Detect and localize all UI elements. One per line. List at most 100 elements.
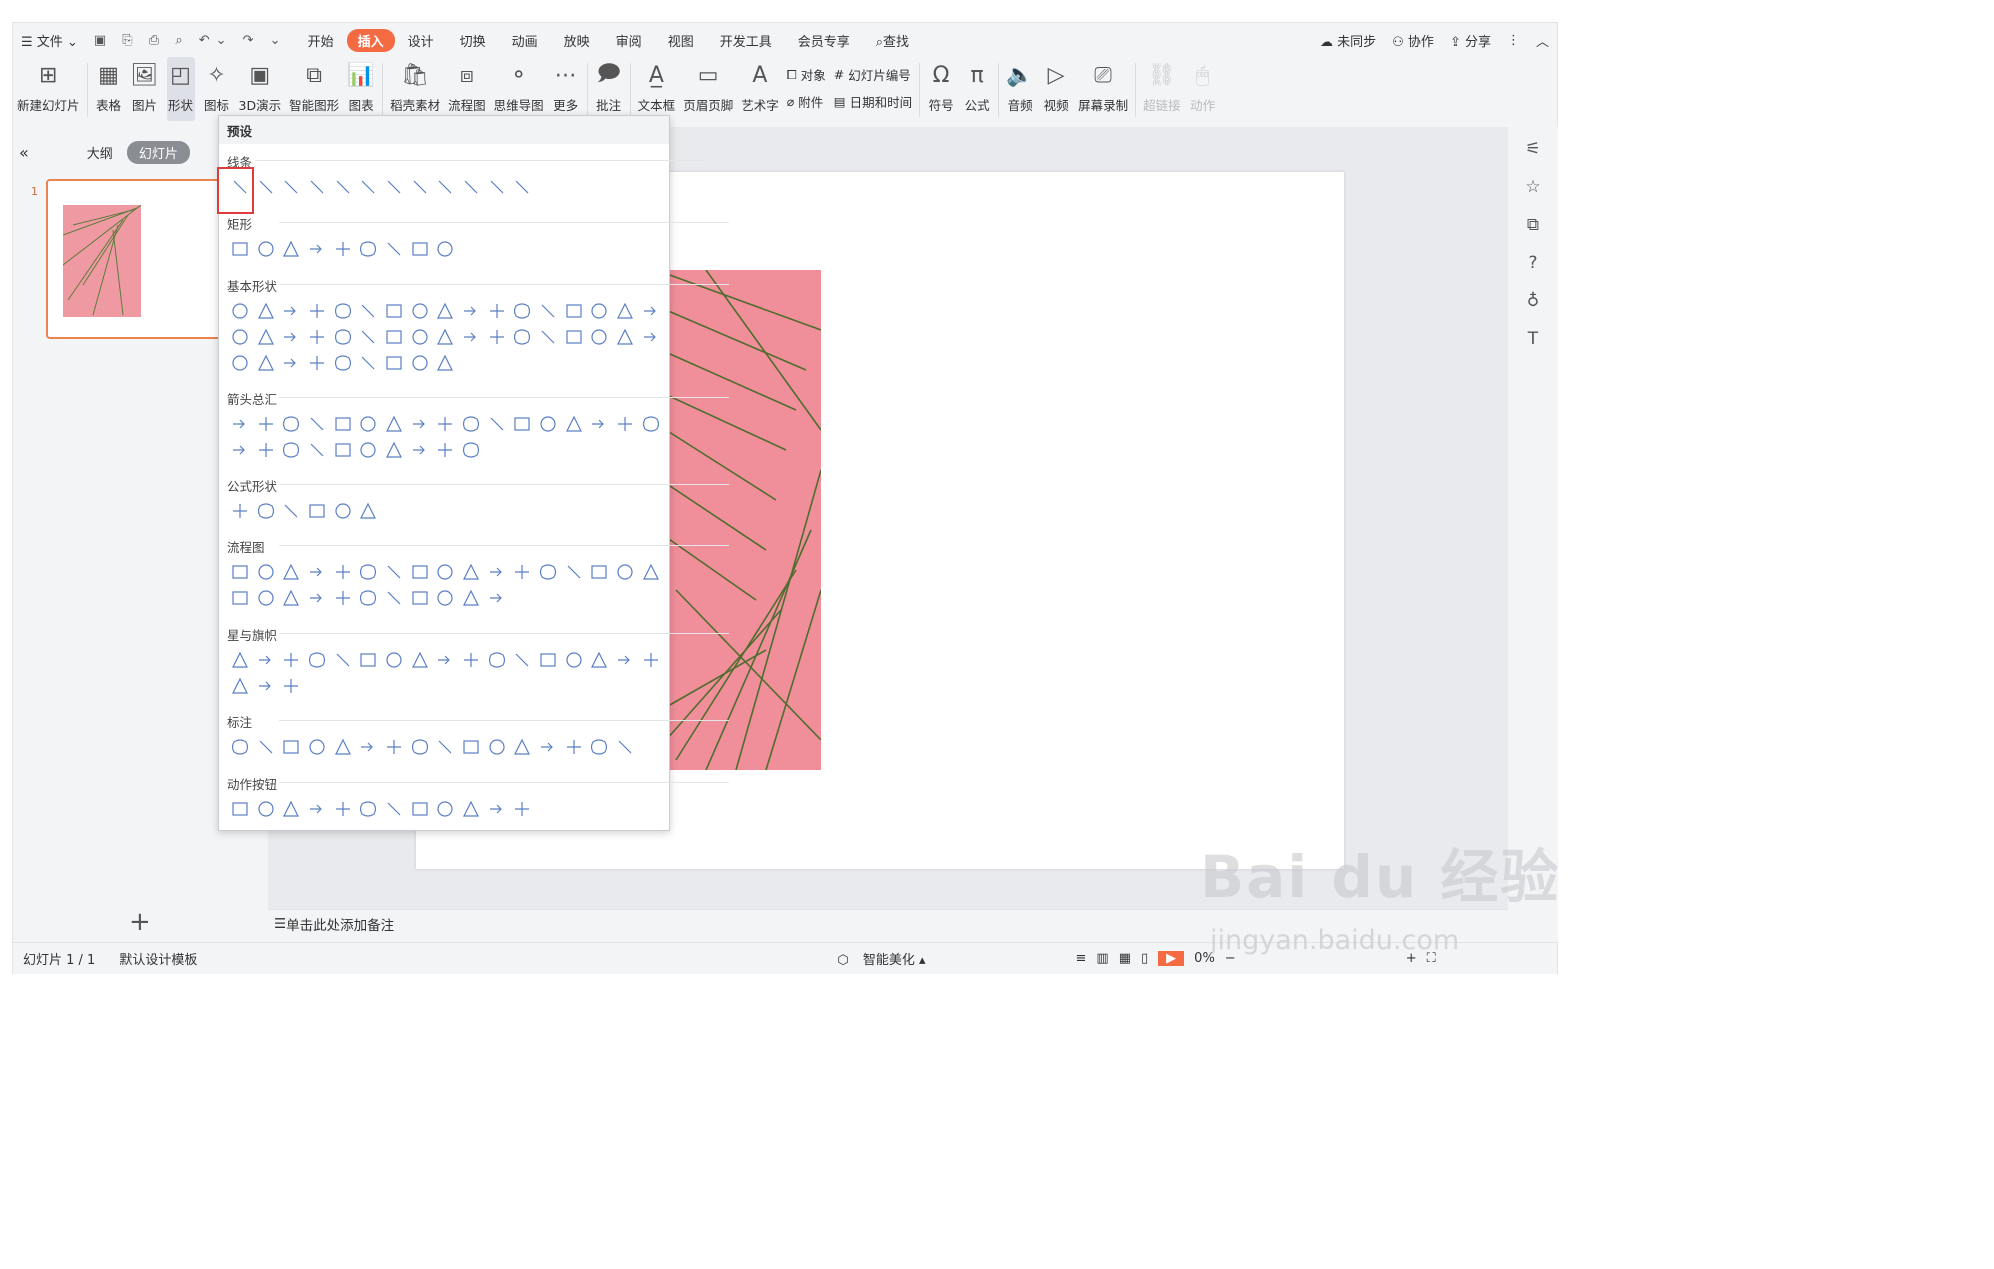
shape-option[interactable] [304, 324, 330, 350]
shape-option[interactable] [433, 796, 459, 822]
shape-option[interactable] [355, 647, 381, 673]
shape-option[interactable] [484, 647, 510, 673]
shape-option[interactable] [587, 411, 613, 437]
shape-option[interactable] [355, 350, 381, 376]
shape-option[interactable] [355, 796, 381, 822]
shape-option[interactable] [561, 298, 587, 324]
shape-option[interactable] [355, 734, 381, 760]
beautify-button[interactable]: ⬡ 智能美化 ▴ [837, 949, 925, 968]
tab-transition[interactable]: 切换 [447, 31, 499, 50]
help-icon[interactable]: ? [1528, 253, 1537, 273]
shape-option[interactable] [535, 647, 561, 673]
audio-button[interactable]: 🔈 音频 [1006, 57, 1034, 121]
shape-option[interactable] [253, 174, 279, 200]
textbox-button[interactable]: A̲ 文本框 [638, 57, 676, 121]
shape-option[interactable] [587, 324, 613, 350]
shape-option[interactable] [330, 559, 356, 585]
shape-option[interactable] [278, 498, 304, 524]
shape-option[interactable] [253, 559, 279, 585]
shape-option[interactable] [355, 236, 381, 262]
shape-option[interactable] [304, 236, 330, 262]
shape-option[interactable] [330, 437, 356, 463]
tab-animation[interactable]: 动画 [499, 31, 551, 50]
shape-option[interactable] [612, 559, 638, 585]
shape-option[interactable] [433, 174, 459, 200]
shape-option[interactable] [510, 324, 536, 350]
shape-option[interactable] [638, 324, 664, 350]
shape-option[interactable] [535, 298, 561, 324]
shape-option[interactable] [484, 174, 510, 200]
shape-option[interactable] [407, 559, 433, 585]
shape-option[interactable] [278, 236, 304, 262]
shape-option[interactable] [510, 298, 536, 324]
shape-option[interactable] [278, 734, 304, 760]
shape-option[interactable] [638, 559, 664, 585]
shape-option[interactable] [227, 585, 253, 611]
shape-option[interactable] [304, 796, 330, 822]
shape-option[interactable] [330, 411, 356, 437]
shape-option[interactable] [433, 647, 459, 673]
shape-option[interactable] [407, 796, 433, 822]
shape-option[interactable] [458, 734, 484, 760]
tab-review[interactable]: 审阅 [603, 31, 655, 50]
shape-option[interactable] [535, 324, 561, 350]
shape-option[interactable] [355, 559, 381, 585]
shape-option[interactable] [330, 298, 356, 324]
shape-option[interactable] [253, 585, 279, 611]
shape-option[interactable] [253, 647, 279, 673]
file-menu[interactable]: ☰ 文件 ⌄ [13, 31, 86, 50]
shape-option[interactable] [433, 411, 459, 437]
daoke-button[interactable]: 🛍 稻壳素材 [390, 57, 440, 121]
shape-option[interactable] [407, 585, 433, 611]
shape-option[interactable] [458, 298, 484, 324]
shape-option[interactable] [381, 174, 407, 200]
sync-button[interactable]: ☁ 未同步 [1312, 31, 1384, 50]
3d-demo-button[interactable]: ▣ 3D演示 [239, 57, 282, 121]
grid-view-icon[interactable]: ▦ [1119, 951, 1131, 966]
more-button[interactable]: ⋯ 更多 [552, 57, 580, 121]
shape-option[interactable] [510, 174, 536, 200]
icon-button[interactable]: ✧ 图标 [203, 57, 231, 121]
shape-option[interactable] [458, 411, 484, 437]
bulb-icon[interactable]: ♁ [1527, 291, 1539, 311]
tab-slideshow[interactable]: 放映 [551, 31, 603, 50]
star-icon[interactable]: ☆ [1525, 177, 1540, 197]
shape-option[interactable] [253, 350, 279, 376]
shape-option[interactable] [355, 174, 381, 200]
reading-view-icon[interactable]: ▯ [1141, 951, 1148, 966]
shape-option[interactable] [381, 559, 407, 585]
shape-option[interactable] [253, 673, 279, 699]
shape-option[interactable] [304, 411, 330, 437]
shape-option[interactable] [304, 437, 330, 463]
shape-option[interactable] [510, 411, 536, 437]
shape-option[interactable] [407, 734, 433, 760]
shape-option[interactable] [458, 559, 484, 585]
slide-thumbnail[interactable] [46, 179, 224, 339]
shape-option[interactable] [458, 324, 484, 350]
comment-button[interactable]: 🗩 批注 [595, 57, 623, 121]
shape-option[interactable] [381, 734, 407, 760]
shape-option[interactable] [330, 350, 356, 376]
table-button[interactable]: ▦ 表格 [95, 57, 123, 121]
shape-option[interactable] [278, 437, 304, 463]
shape-option[interactable] [381, 437, 407, 463]
quick-access-icons[interactable]: ▣ ⎘ ⎙ ⌕ ↶⌄ ↷ ⌄ [86, 33, 295, 48]
shape-option[interactable] [330, 236, 356, 262]
new-slide-button[interactable]: ⊞ 新建幻灯片 [17, 57, 80, 121]
template-name[interactable]: 默认设计模板 [119, 949, 197, 968]
shape-option[interactable] [355, 411, 381, 437]
shape-option[interactable] [484, 585, 510, 611]
shape-option[interactable] [407, 174, 433, 200]
normal-view-icon[interactable]: ▥ [1096, 951, 1108, 966]
shape-option[interactable] [330, 796, 356, 822]
shape-option[interactable] [612, 647, 638, 673]
shape-option[interactable] [587, 647, 613, 673]
shape-option[interactable] [278, 647, 304, 673]
shape-option[interactable] [304, 350, 330, 376]
shape-option[interactable] [278, 298, 304, 324]
shape-option[interactable] [381, 585, 407, 611]
shape-option[interactable] [484, 796, 510, 822]
shape-option[interactable] [407, 350, 433, 376]
shape-option[interactable] [612, 324, 638, 350]
smart-graphic-button[interactable]: ⧉ 智能图形 [289, 57, 339, 121]
